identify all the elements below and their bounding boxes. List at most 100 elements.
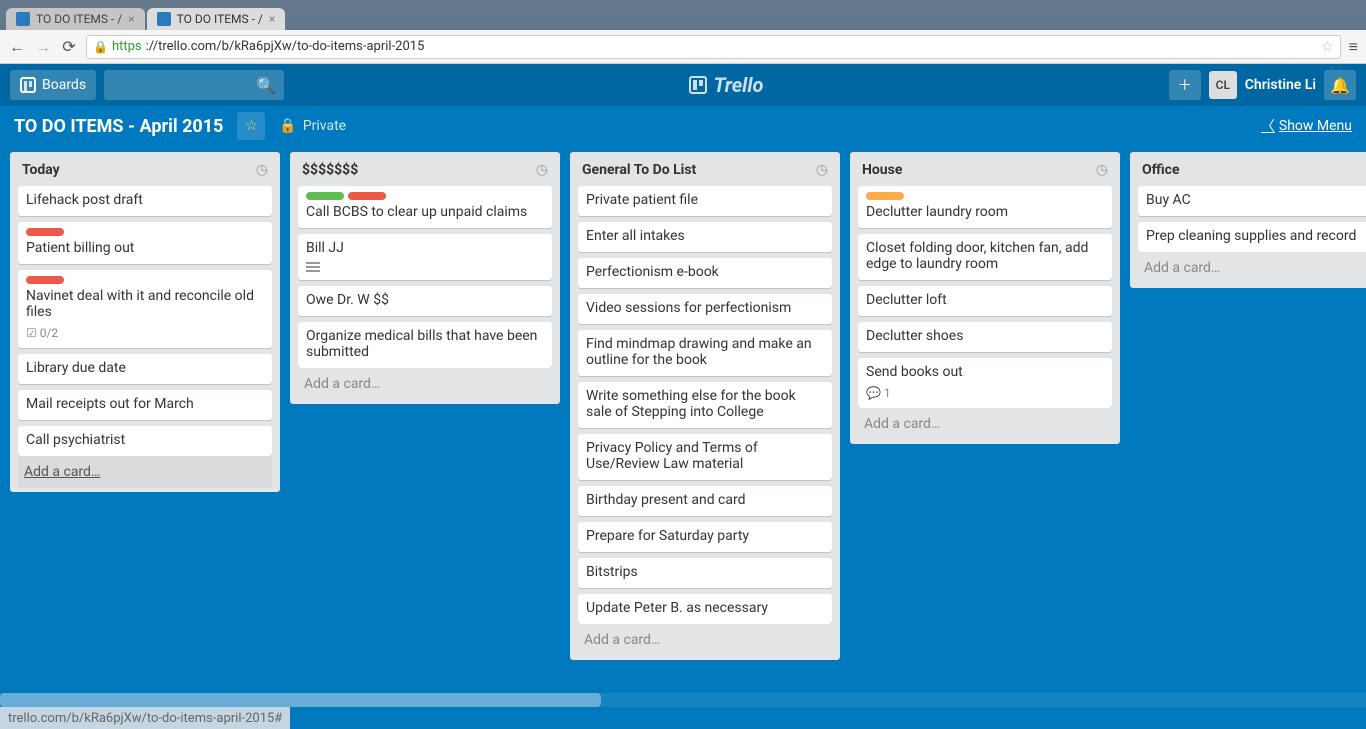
card[interactable]: Owe Dr. W $$ — [298, 286, 552, 316]
card-list: Lifehack post draft Patient billing out Na… — [18, 186, 272, 456]
browser-tab-0[interactable]: TO DO ITEMS - / × — [6, 8, 145, 30]
search-icon: 🔍 — [256, 76, 276, 95]
card-text: Navinet deal with it and reconcile old f… — [26, 288, 264, 320]
card[interactable]: Perfectionism e-book — [578, 258, 832, 288]
card-text: Perfectionism e-book — [586, 264, 824, 280]
browser-tabstrip: TO DO ITEMS - / × TO DO ITEMS - / × — [0, 0, 1366, 30]
card[interactable]: Declutter loft — [858, 286, 1112, 316]
card-text: Closet folding door, kitchen fan, add ed… — [866, 240, 1104, 272]
list-menu-icon[interactable]: ◷ — [536, 162, 548, 178]
card[interactable]: Prep cleaning supplies and record — [1138, 222, 1366, 252]
favicon-icon — [16, 12, 30, 26]
list: House ◷ Declutter laundry room Closet foldi… — [850, 152, 1120, 444]
card-label — [26, 276, 64, 284]
tab-title: TO DO ITEMS - / — [177, 12, 263, 26]
lock-icon: 🔒 — [279, 118, 296, 134]
add-card-button[interactable]: Add a card… — [858, 408, 1112, 440]
card-text: Video sessions for perfectionism — [586, 300, 824, 316]
browser-toolbar: ← → ⟳ 🔒 https://trello.com/b/kRa6pjXw/to… — [0, 30, 1366, 64]
show-menu-button[interactable]: 〈 Show Menu — [1261, 116, 1352, 136]
description-badge — [306, 262, 320, 272]
star-board-button[interactable]: ☆ — [237, 112, 265, 140]
list: General To Do List ◷ Private patient file E… — [570, 152, 840, 660]
add-button[interactable]: ＋ — [1169, 70, 1201, 100]
card[interactable]: Lifehack post draft — [18, 186, 272, 216]
list-title[interactable]: General To Do List — [582, 162, 696, 178]
card-text: Mail receipts out for March — [26, 396, 264, 412]
card-text: Find mindmap drawing and make an outline… — [586, 336, 824, 368]
card[interactable]: Patient billing out — [18, 222, 272, 264]
list: Office◷Buy ACPrep cleaning supplies and … — [1130, 152, 1366, 288]
list-title[interactable]: Office — [1142, 162, 1180, 178]
back-icon[interactable]: ← — [8, 38, 26, 56]
list-menu-icon[interactable]: ◷ — [1096, 162, 1108, 178]
search-input[interactable]: 🔍 — [104, 70, 284, 100]
logo-mark-icon — [689, 76, 707, 94]
list-title[interactable]: Today — [22, 162, 60, 178]
address-bar[interactable]: 🔒 https://trello.com/b/kRa6pjXw/to-do-it… — [86, 35, 1341, 59]
add-card-button[interactable]: Add a card… — [18, 456, 272, 488]
card[interactable]: Organize medical bills that have been su… — [298, 322, 552, 368]
privacy-indicator[interactable]: 🔒 Private — [279, 118, 346, 134]
chevron-left-icon: 〈 — [1261, 116, 1275, 136]
list-menu-icon[interactable]: ◷ — [256, 162, 268, 178]
card[interactable]: Library due date — [18, 354, 272, 384]
add-card-button[interactable]: Add a card… — [1138, 252, 1366, 284]
card[interactable]: Bitstrips — [578, 558, 832, 588]
list-title[interactable]: $$$$$$$ — [302, 162, 358, 178]
avatar[interactable]: CL — [1209, 71, 1237, 99]
card[interactable]: Write something else for the book sale o… — [578, 382, 832, 428]
bookmark-star-icon[interactable]: ☆ — [1321, 39, 1334, 55]
board-canvas[interactable]: Today ◷ Lifehack post draft Patient billing… — [0, 146, 1366, 729]
card-text: Call BCBS to clear up unpaid claims — [306, 204, 544, 220]
notifications-button[interactable]: 🔔 — [1324, 70, 1356, 100]
list-title[interactable]: House — [862, 162, 902, 178]
card[interactable]: Closet folding door, kitchen fan, add ed… — [858, 234, 1112, 280]
horizontal-scrollbar[interactable] — [0, 693, 1366, 707]
browser-menu-icon[interactable]: ≡ — [1349, 37, 1358, 57]
list-menu-icon[interactable]: ◷ — [816, 162, 828, 178]
comments-badge: 💬 1 — [866, 386, 891, 400]
card[interactable]: Video sessions for perfectionism — [578, 294, 832, 324]
card[interactable]: Send books out💬 1 — [858, 358, 1112, 408]
card[interactable]: Call psychiatrist — [18, 426, 272, 456]
card[interactable]: Birthday present and card — [578, 486, 832, 516]
card[interactable]: Call BCBS to clear up unpaid claims — [298, 186, 552, 228]
card-text: Declutter laundry room — [866, 204, 1104, 220]
card[interactable]: Update Peter B. as necessary — [578, 594, 832, 624]
tab-close-icon[interactable]: × — [128, 12, 134, 26]
card[interactable]: Bill JJ — [298, 234, 552, 280]
trello-logo[interactable]: Trello — [689, 73, 763, 97]
url-scheme: https — [112, 39, 142, 54]
card-text: Prepare for Saturday party — [586, 528, 824, 544]
card[interactable]: Find mindmap drawing and make an outline… — [578, 330, 832, 376]
browser-tab-1[interactable]: TO DO ITEMS - / × — [147, 8, 286, 30]
user-name[interactable]: Christine Li — [1245, 77, 1316, 93]
card-label — [26, 228, 64, 236]
boards-button[interactable]: Boards — [10, 70, 96, 100]
card[interactable]: Private patient file — [578, 186, 832, 216]
card[interactable]: Declutter shoes — [858, 322, 1112, 352]
reload-icon[interactable]: ⟳ — [60, 38, 78, 56]
favicon-icon — [157, 12, 171, 26]
card[interactable]: Navinet deal with it and reconcile old f… — [18, 270, 272, 348]
boards-label: Boards — [42, 77, 86, 93]
card-label — [306, 192, 344, 200]
card-text: Birthday present and card — [586, 492, 824, 508]
add-card-button[interactable]: Add a card… — [578, 624, 832, 656]
board-title[interactable]: TO DO ITEMS - April 2015 — [14, 116, 223, 137]
card[interactable]: Mail receipts out for March — [18, 390, 272, 420]
forward-icon[interactable]: → — [34, 38, 52, 56]
card[interactable]: Enter all intakes — [578, 222, 832, 252]
card-text: Lifehack post draft — [26, 192, 264, 208]
card-text: Write something else for the book sale o… — [586, 388, 824, 420]
card[interactable]: Privacy Policy and Terms of Use/Review L… — [578, 434, 832, 480]
card-text: Private patient file — [586, 192, 824, 208]
checklist-badge: ☑ 0/2 — [26, 326, 58, 340]
add-card-button[interactable]: Add a card… — [298, 368, 552, 400]
card[interactable]: Declutter laundry room — [858, 186, 1112, 228]
card[interactable]: Prepare for Saturday party — [578, 522, 832, 552]
card[interactable]: Buy AC — [1138, 186, 1366, 216]
browser-status-bar: trello.com/b/kRa6pjXw/to-do-items-april-… — [0, 707, 290, 729]
tab-close-icon[interactable]: × — [269, 12, 275, 26]
